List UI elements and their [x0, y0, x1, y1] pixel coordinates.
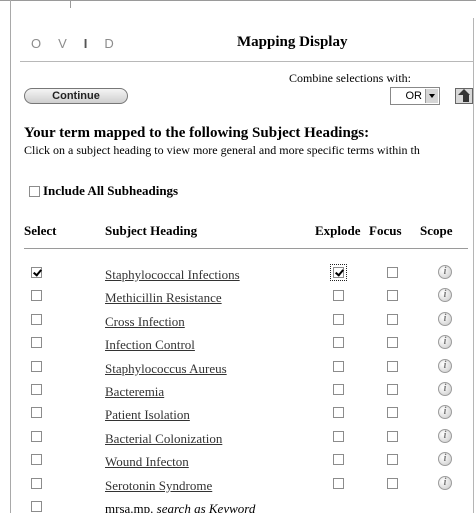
info-icon[interactable]: i — [438, 359, 452, 373]
logo-letter-v: V — [58, 36, 67, 51]
subject-heading-link[interactable]: Bacteremia — [105, 384, 164, 400]
select-checkbox[interactable] — [31, 478, 42, 489]
scope-column-header: Scope — [420, 223, 453, 238]
logo-letter-d: D — [104, 36, 114, 51]
info-icon[interactable]: i — [438, 382, 452, 396]
info-icon[interactable]: i — [438, 476, 452, 490]
page-title: Mapping Display — [237, 34, 348, 50]
explode-checkbox[interactable] — [333, 290, 344, 301]
info-icon[interactable]: i — [438, 335, 452, 349]
table-row: Serotonin Syndrome i — [0, 475, 476, 495]
include-all-label: Include All Subheadings — [43, 183, 179, 198]
combine-operator-value: OR — [405, 90, 423, 102]
combine-label: Combine selections with: — [289, 71, 411, 85]
keyword-select-checkbox[interactable] — [31, 501, 42, 512]
info-icon[interactable]: i — [438, 312, 452, 326]
subject-heading-link[interactable]: Bacterial Colonization — [105, 431, 222, 447]
explode-checkbox[interactable] — [333, 314, 344, 325]
table-row: Infection Control i — [0, 334, 476, 354]
select-column-header: Select — [24, 223, 57, 238]
explode-checkbox[interactable] — [333, 431, 344, 442]
table-row: Staphylococcus Aureus i — [0, 358, 476, 378]
keyword-row: mrsa.mp. search as Keyword — [0, 498, 476, 513]
table-header-rule — [24, 248, 468, 249]
select-checkbox[interactable] — [31, 454, 42, 465]
table-row: Methicillin Resistance i — [0, 287, 476, 307]
subject-heading-link[interactable]: Patient Isolation — [105, 407, 190, 423]
info-icon[interactable]: i — [438, 265, 452, 279]
explode-checkbox[interactable] — [333, 384, 344, 395]
focus-checkbox[interactable] — [387, 290, 398, 301]
table-row: Wound Infecton i — [0, 451, 476, 471]
info-icon[interactable]: i — [438, 288, 452, 302]
subject-heading-link[interactable]: Cross Infection — [105, 314, 185, 330]
table-row: Patient Isolation i — [0, 404, 476, 424]
subject-heading-link[interactable]: Staphylococcus Aureus — [105, 361, 227, 377]
info-icon[interactable]: i — [438, 452, 452, 466]
focus-checkbox[interactable] — [387, 267, 398, 278]
select-checkbox[interactable] — [31, 314, 42, 325]
info-icon[interactable]: i — [438, 405, 452, 419]
explode-checkbox[interactable] — [333, 478, 344, 489]
select-checkbox[interactable] — [31, 361, 42, 372]
table-row: Staphylococcal Infections i — [0, 264, 476, 284]
ovid-logo: O V I D — [31, 36, 114, 51]
explode-checkbox[interactable] — [333, 454, 344, 465]
explode-checkbox[interactable] — [333, 361, 344, 372]
subject-heading-link[interactable]: Methicillin Resistance — [105, 290, 222, 306]
continue-button[interactable]: Continue — [24, 88, 128, 104]
focus-checkbox[interactable] — [387, 314, 398, 325]
table-row: Bacterial Colonization i — [0, 428, 476, 448]
keyword-term[interactable]: mrsa.mp. search as Keyword — [105, 501, 255, 513]
include-all-subheadings: Include All Subheadings — [29, 183, 178, 199]
explode-checkbox[interactable] — [333, 337, 344, 348]
subject-heading-link[interactable]: Staphylococcal Infections — [105, 267, 240, 283]
info-icon[interactable]: i — [438, 429, 452, 443]
mapped-heading: Your term mapped to the following Subjec… — [24, 125, 370, 141]
frame-top-border — [0, 0, 476, 1]
focus-checkbox[interactable] — [387, 478, 398, 489]
chevron-down-icon[interactable] — [425, 89, 438, 103]
frame-divider — [70, 0, 71, 8]
select-checkbox[interactable] — [31, 290, 42, 301]
table-row: Cross Infection i — [0, 311, 476, 331]
focus-checkbox[interactable] — [387, 384, 398, 395]
subject-heading-link[interactable]: Serotonin Syndrome — [105, 478, 212, 494]
mapped-description: Click on a subject heading to view more … — [24, 143, 420, 157]
logo-letter-o: O — [31, 36, 42, 51]
home-icon[interactable] — [455, 88, 473, 104]
explode-column-header: Explode — [315, 223, 361, 238]
subject-heading-column-header: Subject Heading — [105, 223, 198, 238]
focus-checkbox[interactable] — [387, 454, 398, 465]
focus-checkbox[interactable] — [387, 407, 398, 418]
focus-checkbox[interactable] — [387, 337, 398, 348]
header-divider — [20, 61, 474, 62]
keyword-term-text: mrsa.mp. — [105, 501, 154, 513]
focus-checkbox[interactable] — [387, 361, 398, 372]
include-all-checkbox[interactable] — [29, 185, 40, 197]
subject-heading-link[interactable]: Infection Control — [105, 337, 195, 353]
logo-letter-i: I — [83, 36, 88, 51]
keyword-action: search as Keyword — [156, 501, 256, 513]
select-checkbox[interactable] — [31, 267, 42, 278]
explode-checkbox[interactable] — [333, 407, 344, 418]
focus-checkbox[interactable] — [387, 431, 398, 442]
explode-checkbox[interactable] — [330, 264, 347, 281]
select-checkbox[interactable] — [31, 407, 42, 418]
select-checkbox[interactable] — [31, 431, 42, 442]
focus-column-header: Focus — [369, 223, 402, 238]
table-row: Bacteremia i — [0, 381, 476, 401]
subject-heading-link[interactable]: Wound Infecton — [105, 454, 189, 470]
select-checkbox[interactable] — [31, 337, 42, 348]
combine-operator-select[interactable]: OR — [390, 87, 440, 105]
select-checkbox[interactable] — [31, 384, 42, 395]
